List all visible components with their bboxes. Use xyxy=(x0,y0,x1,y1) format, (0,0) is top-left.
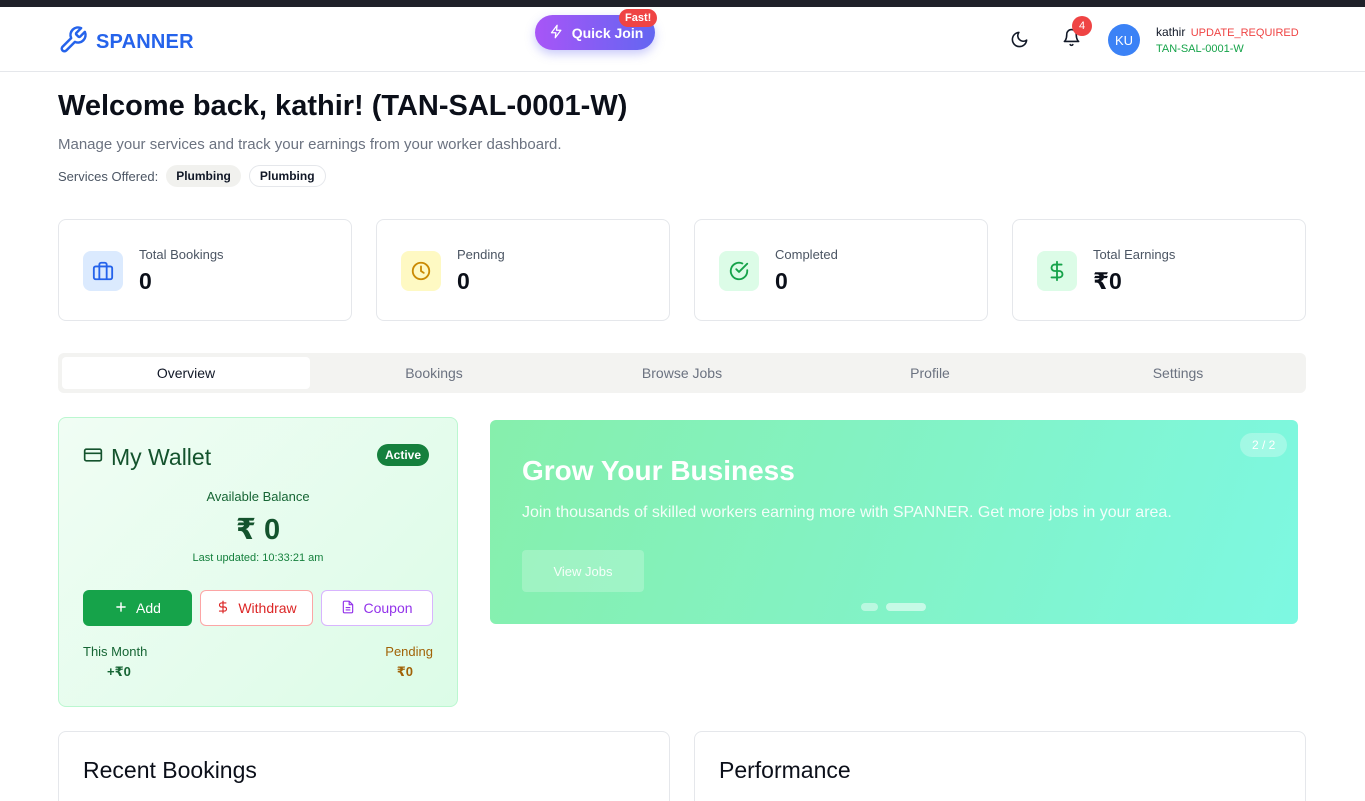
service-chip: Plumbing xyxy=(166,165,241,187)
dollar-icon xyxy=(216,600,230,617)
services-label: Services Offered: xyxy=(58,168,159,184)
add-label: Add xyxy=(136,600,161,616)
this-month-label: This Month xyxy=(83,644,148,659)
performance-panel: Performance xyxy=(694,731,1306,801)
view-jobs-button[interactable]: View Jobs xyxy=(522,550,644,592)
stat-card-total-earnings: Total Earnings ₹0 xyxy=(1012,219,1306,321)
file-text-icon xyxy=(341,600,355,617)
banner-title: Grow Your Business xyxy=(522,455,795,486)
stat-label: Completed xyxy=(775,247,838,262)
balance-label: Available Balance xyxy=(206,489,310,504)
stat-value: 0 xyxy=(457,268,470,294)
tab-bookings[interactable]: Bookings xyxy=(310,357,558,389)
this-month-value: +₹0 xyxy=(107,664,131,679)
stat-card-pending: Pending 0 xyxy=(376,219,670,321)
balance-value: ₹ 0 xyxy=(235,514,281,546)
logo-text: SPANNER xyxy=(96,31,194,53)
wallet-title-text: My Wallet xyxy=(111,444,212,470)
moon-icon[interactable] xyxy=(1010,30,1029,54)
performance-title: Performance xyxy=(719,757,851,783)
stat-label: Pending xyxy=(457,247,505,262)
coupon-label: Coupon xyxy=(363,600,413,616)
carousel-dot[interactable] xyxy=(861,603,878,611)
add-funds-button[interactable]: Add xyxy=(83,590,192,626)
tab-overview[interactable]: Overview xyxy=(62,357,310,389)
wallet-card: My Wallet Active Available Balance ₹ 0 L… xyxy=(58,417,458,707)
plus-icon xyxy=(114,600,128,617)
fast-badge: Fast! xyxy=(619,9,658,27)
user-info[interactable]: kathir UPDATE_REQUIRED TAN-SAL-0001-W xyxy=(1156,24,1299,57)
page-title: Welcome back, kathir! (TAN-SAL-0001-W) xyxy=(58,90,628,122)
stat-label: Total Earnings xyxy=(1093,247,1176,262)
recent-bookings-title: Recent Bookings xyxy=(83,757,257,783)
status-badge: Active xyxy=(377,444,430,466)
coupon-button[interactable]: Coupon xyxy=(321,590,433,626)
logo[interactable]: SPANNER xyxy=(58,25,194,60)
withdraw-button[interactable]: Withdraw xyxy=(200,590,313,626)
withdraw-label: Withdraw xyxy=(238,600,297,616)
promo-banner: 2 / 2 Grow Your Business Join thousands … xyxy=(490,420,1298,624)
banner-description: Join thousands of skilled workers earnin… xyxy=(522,504,1172,521)
last-updated: Last updated: 10:33:21 am xyxy=(192,552,324,564)
avatar[interactable]: KU xyxy=(1108,24,1140,56)
tab-profile[interactable]: Profile xyxy=(806,357,1054,389)
notification-count-badge: 4 xyxy=(1072,16,1092,36)
service-chip: Plumbing xyxy=(248,165,326,187)
stat-value: ₹0 xyxy=(1093,268,1122,294)
recent-bookings-panel: Recent Bookings xyxy=(58,731,670,801)
tab-settings[interactable]: Settings xyxy=(1054,357,1302,389)
clock-icon xyxy=(401,251,441,291)
stat-value: 0 xyxy=(775,268,788,294)
wallet-icon xyxy=(83,444,103,471)
tab-browse-jobs[interactable]: Browse Jobs xyxy=(558,357,806,389)
slide-counter: 2 / 2 xyxy=(1240,433,1288,457)
check-circle-icon xyxy=(719,251,759,291)
wallet-title: My Wallet xyxy=(83,444,211,471)
briefcase-icon xyxy=(83,251,123,291)
user-name: kathir xyxy=(1156,25,1186,39)
carousel-dot-active[interactable] xyxy=(886,603,926,611)
stat-card-total-bookings: Total Bookings 0 xyxy=(58,219,352,321)
dashboard-tabs: Overview Bookings Browse Jobs Profile Se… xyxy=(58,353,1306,393)
pending-label: Pending xyxy=(385,644,433,659)
stat-value: 0 xyxy=(139,268,152,294)
user-id: TAN-SAL-0001-W xyxy=(1156,43,1244,55)
page-subtitle: Manage your services and track your earn… xyxy=(58,136,562,153)
stat-label: Total Bookings xyxy=(139,247,224,262)
dollar-icon xyxy=(1037,251,1077,291)
stat-card-completed: Completed 0 xyxy=(694,219,988,321)
zap-icon xyxy=(549,24,564,42)
top-strip xyxy=(0,0,1365,7)
services-offered: Services Offered: Plumbing Plumbing xyxy=(58,165,326,187)
wrench-icon xyxy=(58,25,88,60)
user-status: UPDATE_REQUIRED xyxy=(1190,27,1299,39)
pending-value: ₹0 xyxy=(396,664,413,679)
